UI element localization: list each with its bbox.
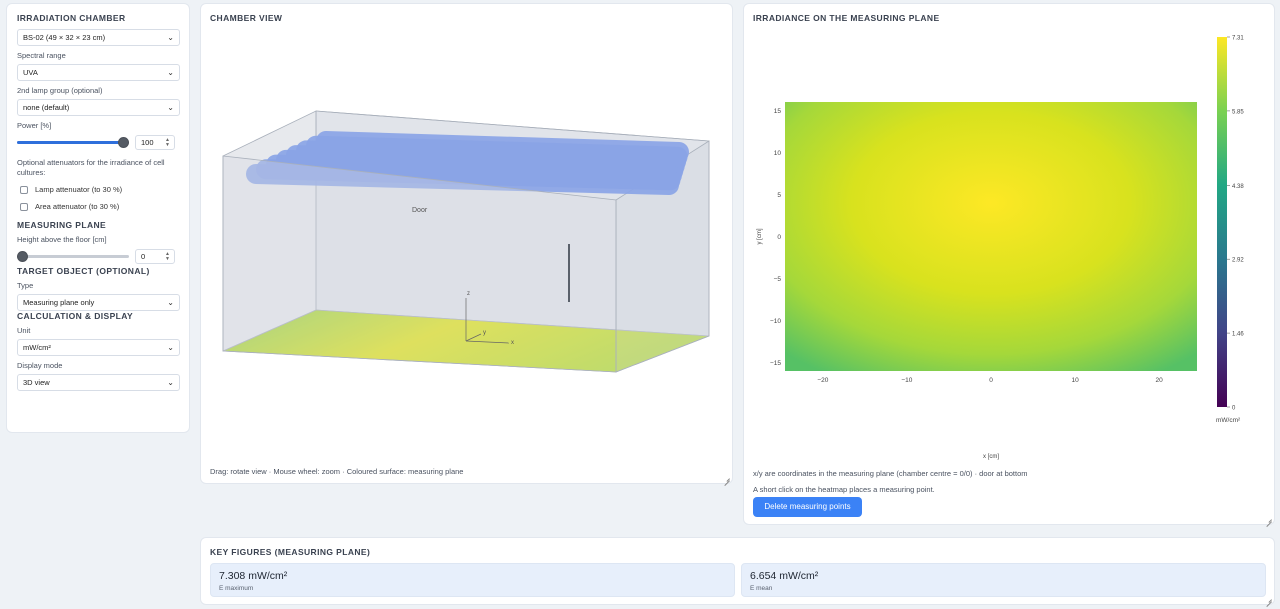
lamp-group-select[interactable]: none (default) ⌄ [17, 99, 180, 116]
lamp-attenuator-option[interactable]: Lamp attenuator (to 30 %) [20, 181, 180, 198]
chevron-down-icon: ⌄ [167, 343, 174, 352]
colorbar-tick-label: 2.92 [1232, 258, 1244, 264]
lamp-group-label: 2nd lamp group (optional) [17, 86, 103, 95]
power-input-value: 100 [141, 138, 154, 147]
mean-irradiance-value: 6.654 mW/cm² [750, 570, 819, 582]
area-attenuator-label: Area attenuator (to 30 %) [35, 202, 120, 211]
section-title-chamber: IRRADIATION CHAMBER [17, 13, 126, 23]
spectral-range-value: UVA [23, 68, 38, 77]
resize-handle-icon[interactable] [1265, 515, 1272, 522]
irradiance-heatmap-panel: −20 −10 0 10 20 −15 −10 −5 0 5 10 15 0 1.46 2.92 4.38 5… [743, 3, 1275, 525]
heatmap-surface[interactable] [785, 102, 1197, 371]
settings-sidebar: IRRADIATION CHAMBER BS-02 (49 × 32 × 23 … [6, 3, 190, 433]
height-control: 0 ▲ ▼ [17, 248, 180, 266]
chamber-select-value: BS-02 (49 × 32 × 23 cm) [23, 33, 106, 42]
height-input-value: 0 [141, 252, 146, 261]
x-axis-label: x [511, 340, 514, 346]
lamp-group-value: none (default) [23, 103, 70, 112]
chamber-view-hint: Drag: rotate view · Mouse wheel: zoom · … [210, 467, 464, 476]
display-mode-select[interactable]: 3D view ⌄ [17, 374, 180, 391]
stepper-icon[interactable]: ▲ ▼ [164, 138, 171, 148]
max-irradiance-card: 7.308 mW/cm² E maximum [210, 563, 735, 597]
colorbar-tick-label: 0 [1232, 406, 1236, 412]
section-title-calculation: CALCULATION & DISPLAY [17, 311, 134, 321]
power-slider-fill [17, 141, 123, 144]
height-slider-track[interactable] [17, 255, 129, 258]
y-tick-label: −5 [774, 276, 782, 283]
lamp-attenuator-label: Lamp attenuator (to 30 %) [35, 185, 123, 194]
spectral-range-select[interactable]: UVA ⌄ [17, 64, 180, 81]
delete-measuring-points-button[interactable]: Delete measuring points [753, 497, 862, 517]
area-attenuator-checkbox[interactable] [20, 202, 28, 211]
x-tick-label: 0 [989, 377, 993, 384]
attenuators-label: Optional attenuators for the irradiance … [17, 158, 165, 177]
unit-select[interactable]: mW/cm² ⌄ [17, 339, 180, 356]
chevron-down-icon: ⌄ [167, 68, 174, 77]
resize-handle-icon[interactable] [1265, 595, 1272, 602]
y-tick-label: −15 [770, 360, 781, 367]
chamber-view-title: CHAMBER VIEW [210, 13, 283, 23]
display-mode-label: Display mode [17, 361, 63, 370]
max-irradiance-label: E maximum [219, 585, 254, 592]
colorbar [1217, 37, 1227, 407]
max-irradiance-value: 7.308 mW/cm² [219, 570, 288, 582]
colorbar-tick-label: 4.38 [1232, 184, 1244, 190]
y-tick-label: 5 [777, 192, 781, 199]
y-axis-label: y [483, 330, 486, 336]
chevron-down-icon: ⌄ [167, 298, 174, 307]
mean-irradiance-label: E mean [750, 585, 773, 592]
y-tick-label: −10 [770, 318, 781, 325]
mean-irradiance-card: 6.654 mW/cm² E mean [741, 563, 1266, 597]
spectral-range-label: Spectral range [17, 51, 66, 60]
door-label: Door [412, 207, 428, 214]
x-tick-label: −10 [901, 377, 912, 384]
height-input[interactable]: 0 ▲ ▼ [135, 249, 175, 264]
y-tick-label: 15 [774, 108, 782, 115]
colorbar-ticks: 0 1.46 2.92 4.38 5.85 7.31 [1227, 36, 1244, 412]
y-axis-title: y [cm] [757, 228, 763, 244]
x-tick-label: 10 [1071, 377, 1079, 384]
section-title-target-object: TARGET OBJECT (OPTIONAL) [17, 266, 150, 276]
type-label: Type [17, 281, 34, 290]
z-axis-label: z [467, 291, 470, 297]
colorbar-unit: mW/cm² [1216, 417, 1241, 424]
x-axis-title: x [cm] [983, 454, 999, 460]
chamber-select[interactable]: BS-02 (49 × 32 × 23 cm) ⌄ [17, 29, 180, 46]
key-figures-title: KEY FIGURES (MEASURING PLANE) [210, 547, 371, 557]
power-label: Power [%] [17, 121, 52, 130]
colorbar-tick-label: 1.46 [1232, 332, 1244, 338]
chamber-3d-canvas[interactable]: Door z x y [201, 4, 734, 485]
colorbar-tick-label: 7.31 [1232, 36, 1244, 42]
y-tick-label: 0 [777, 234, 781, 241]
x-tick-label: 20 [1156, 377, 1164, 384]
heatmap-click-hint: A short click on the heatmap places a me… [753, 485, 935, 494]
chevron-down-icon: ⌄ [167, 33, 174, 42]
heatmap-chart[interactable]: −20 −10 0 10 20 −15 −10 −5 0 5 10 15 0 1.46 2.92 4.38 5… [744, 4, 1276, 469]
key-figures-panel: KEY FIGURES (MEASURING PLANE) 7.308 mW/c… [200, 537, 1275, 605]
heatmap-title: IRRADIANCE ON THE MEASURING PLANE [753, 13, 940, 23]
power-control: 100 ▲ ▼ [17, 134, 180, 152]
power-input[interactable]: 100 ▲ ▼ [135, 135, 175, 150]
chevron-down-icon: ⌄ [167, 378, 174, 387]
chevron-down-icon: ⌄ [167, 103, 174, 112]
heatmap-coordinate-note: x/y are coordinates in the measuring pla… [753, 469, 1028, 478]
chamber-view-panel: Door z x y CHAMBER VIEW Drag: rotate vie… [200, 3, 733, 484]
height-label: Height above the floor [cm] [17, 235, 107, 244]
area-attenuator-option[interactable]: Area attenuator (to 30 %) [20, 198, 180, 215]
target-type-select[interactable]: Measuring plane only ⌄ [17, 294, 180, 311]
x-tick-label: −20 [817, 377, 828, 384]
colorbar-tick-label: 5.85 [1232, 109, 1244, 115]
y-tick-label: 10 [774, 150, 782, 157]
unit-label: Unit [17, 326, 31, 335]
target-type-value: Measuring plane only [23, 298, 95, 307]
lamp-attenuator-checkbox[interactable] [20, 185, 28, 194]
height-slider-handle[interactable] [17, 251, 28, 262]
section-title-measuring-plane: MEASURING PLANE [17, 220, 107, 230]
display-mode-value: 3D view [23, 378, 50, 387]
unit-select-value: mW/cm² [23, 343, 51, 352]
resize-handle-icon[interactable] [723, 474, 730, 481]
stepper-icon[interactable]: ▲ ▼ [164, 252, 171, 262]
power-slider-handle[interactable] [118, 137, 129, 148]
